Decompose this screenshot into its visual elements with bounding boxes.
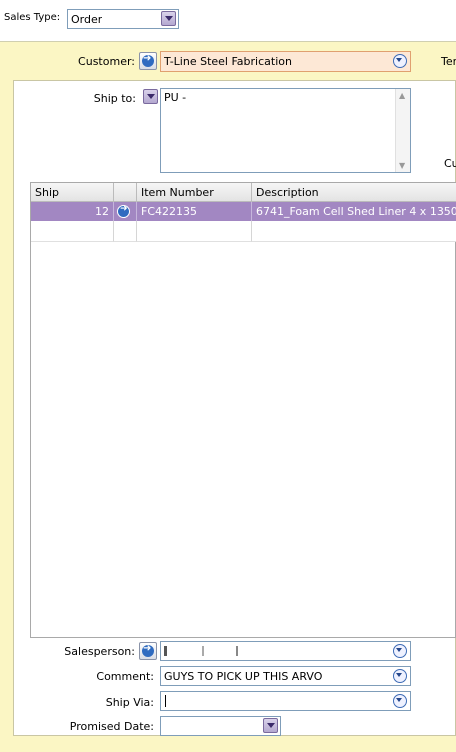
comment-label: Comment: <box>96 670 154 683</box>
dropdown-arrow-icon[interactable] <box>393 669 407 683</box>
calendar-dropdown-icon[interactable] <box>263 718 278 733</box>
dropdown-arrow-icon[interactable] <box>161 11 176 26</box>
text-cursor <box>165 695 166 707</box>
scroll-down-icon[interactable]: ▼ <box>399 161 405 170</box>
scroll-up-icon[interactable]: ▲ <box>399 91 405 100</box>
salesperson-label: Salesperson: <box>64 645 135 658</box>
empty-cell[interactable] <box>137 221 252 242</box>
column-header-ship[interactable]: Ship <box>31 183 114 202</box>
go-to-arrow-icon <box>142 53 154 67</box>
dropdown-arrow-icon[interactable] <box>393 694 407 708</box>
salesperson-goto-button[interactable] <box>139 642 157 660</box>
promised-date-label: Promised Date: <box>69 720 154 733</box>
sales-type-label: Sales Type: <box>4 12 61 23</box>
column-header-description[interactable]: Description <box>252 183 456 202</box>
comment-value: GUYS TO PICK UP THIS ARVO <box>164 670 323 683</box>
column-header-item-number[interactable]: Item Number <box>137 183 252 202</box>
ship-to-label: Ship to: <box>93 92 136 105</box>
empty-cell[interactable] <box>31 221 114 242</box>
top-bar: Sales Type: Order <box>0 0 456 42</box>
promised-date-field[interactable] <box>160 716 281 736</box>
ship-to-textarea[interactable]: PU - ▲ ▼ <box>160 88 411 173</box>
go-to-arrow-icon[interactable] <box>117 204 130 218</box>
dropdown-arrow-icon[interactable] <box>393 644 407 658</box>
dropdown-arrow-icon[interactable] <box>393 54 407 68</box>
line-items-grid: Ship Item Number Description 12 FC422135… <box>30 182 456 638</box>
ship-via-label: Ship Via: <box>105 696 154 709</box>
table-row-empty[interactable] <box>31 221 456 242</box>
ship-to-dropdown-icon[interactable] <box>143 89 158 104</box>
go-to-arrow-icon <box>142 643 154 657</box>
ship-qty-cell[interactable]: 12 <box>31 202 114 221</box>
empty-cell[interactable] <box>252 221 456 242</box>
customer-goto-button[interactable] <box>139 52 157 70</box>
customer-field[interactable]: T-Line Steel Fabrication <box>160 51 411 72</box>
item-number-cell[interactable]: FC422135 <box>137 202 252 221</box>
description-cell[interactable]: 6741_Foam Cell Shed Liner 4 x 1350mm x <box>252 202 456 221</box>
sales-type-select[interactable]: Order <box>67 9 179 29</box>
column-header-arrow[interactable] <box>114 183 137 202</box>
ship-to-scrollbar[interactable]: ▲ ▼ <box>395 89 410 172</box>
empty-cell[interactable] <box>114 221 137 242</box>
row-goto-cell[interactable] <box>114 202 137 221</box>
redacted-value-mask <box>164 646 244 656</box>
comment-field[interactable]: GUYS TO PICK UP THIS ARVO <box>160 666 411 686</box>
cust-label-partial: Cu <box>444 157 456 170</box>
ship-to-value: PU - <box>164 91 187 104</box>
customer-value: T-Line Steel Fabrication <box>164 55 292 68</box>
terms-label-partial: Ter <box>441 55 456 68</box>
sales-type-value: Order <box>71 13 103 26</box>
customer-label: Customer: <box>78 55 135 68</box>
table-row[interactable]: 12 FC422135 6741_Foam Cell Shed Liner 4 … <box>31 202 456 221</box>
salesperson-field[interactable]: [redacted] <box>160 641 411 661</box>
ship-via-field[interactable] <box>160 691 411 711</box>
